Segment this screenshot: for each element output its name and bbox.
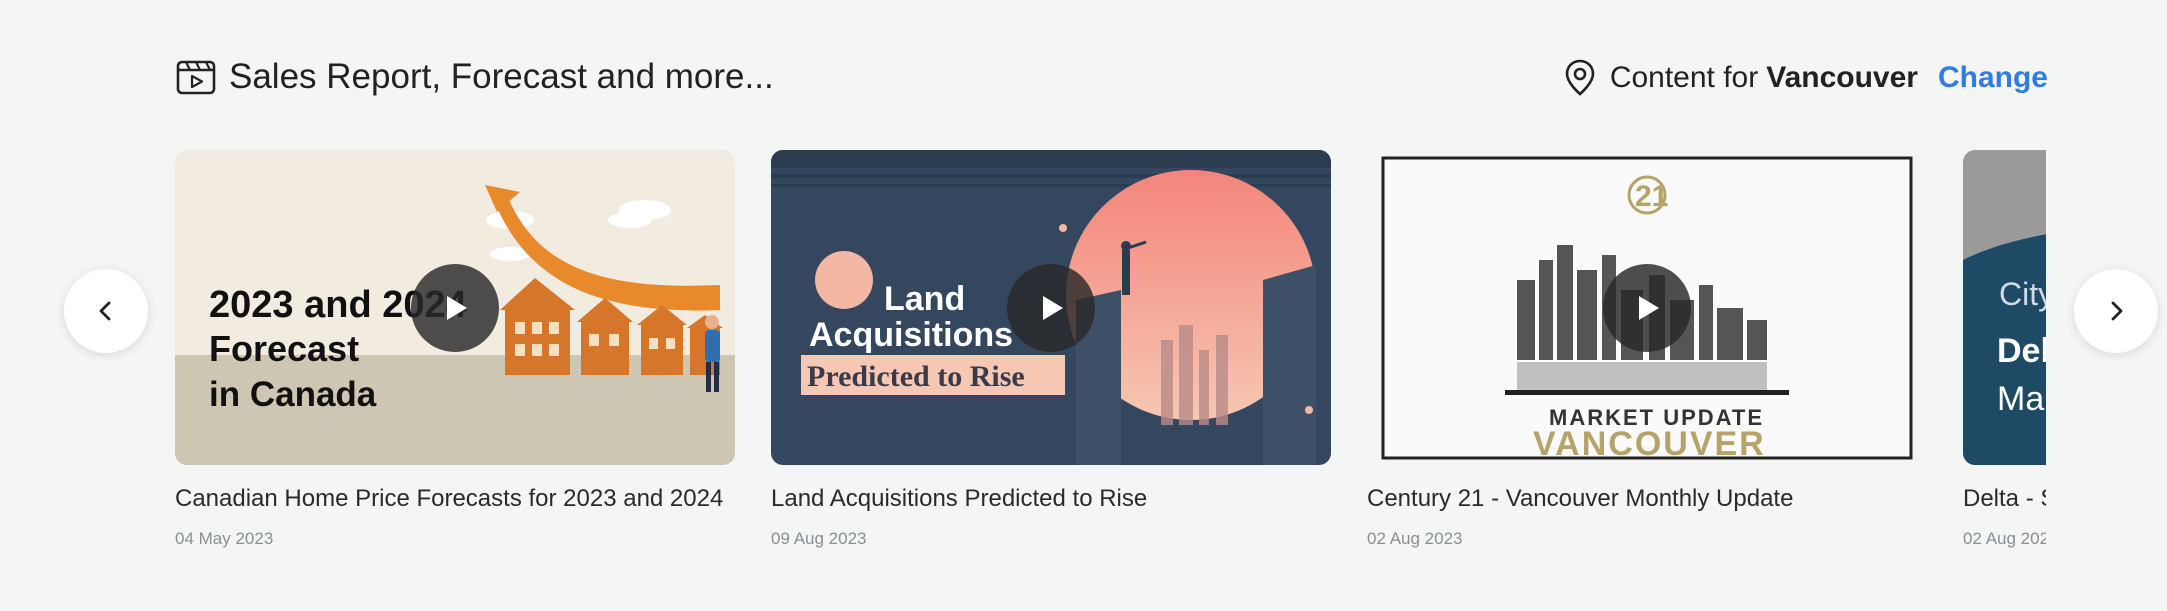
thumb-line-1: City [1999, 276, 2046, 312]
video-date: 04 May 2023 [175, 529, 274, 548]
video-card[interactable]: 2023 and 2024 Forecast in Canada Canadia… [175, 150, 735, 549]
carousel-prev-button[interactable] [64, 269, 148, 353]
video-date: 02 Aug 2023 [1367, 529, 1463, 548]
thumb-line-1: Land [884, 280, 965, 318]
play-button[interactable] [1007, 263, 1095, 352]
play-button[interactable] [1603, 263, 1691, 352]
video-card[interactable]: Land Acquisitions Predicted to Rise Land… [771, 150, 1331, 549]
section-title-group: Sales Report, Forecast and more... [175, 56, 774, 98]
play-icon [1639, 295, 1659, 320]
video-card[interactable]: City Del Ma Delta - S 02 Aug 202 [1963, 150, 2046, 549]
play-icon [447, 295, 467, 320]
chevron-left-icon [99, 301, 111, 321]
video-thumbnail[interactable]: City Del Ma [1963, 150, 2046, 465]
video-title[interactable]: Delta - S [1963, 485, 2046, 513]
section-title: Sales Report, Forecast and more... [229, 57, 774, 96]
location-prefix: Content for [1609, 61, 1759, 94]
thumb-line-2: Del [1997, 332, 2046, 370]
location-selector: Content for Vancouver Change [1564, 56, 2048, 100]
video-thumbnail[interactable]: Land Acquisitions Predicted to Rise [771, 150, 1331, 465]
change-location-link[interactable]: Change [1938, 61, 2048, 95]
video-title[interactable]: Canadian Home Price Forecasts for 2023 a… [175, 485, 735, 513]
thumb-line-3: Predicted to Rise [807, 360, 1025, 393]
video-date: 02 Aug 202 [1963, 529, 2046, 548]
carousel-track: 2023 and 2024 Forecast in Canada Canadia… [175, 150, 2046, 570]
video-thumbnail[interactable]: 2023 and 2024 Forecast in Canada [175, 150, 735, 465]
chevron-right-icon [2111, 301, 2123, 321]
thumb-line-2: Acquisitions [809, 316, 1013, 354]
thumb-line-3: Ma [1997, 380, 2044, 418]
video-date: 09 Aug 2023 [771, 529, 867, 548]
video-card[interactable]: 21 MARKET UPDATE VANCOUVER Century 21 - … [1367, 150, 1927, 549]
thumb-line-3: in Canada [209, 375, 377, 414]
thumb-line-3: VANCOUVER [1533, 425, 1766, 463]
map-pin-icon [1564, 58, 1600, 98]
video-title[interactable]: Century 21 - Vancouver Monthly Update [1367, 485, 1927, 513]
section-header: Sales Report, Forecast and more... Conte… [175, 56, 2048, 100]
location-city: Vancouver [1766, 61, 1918, 94]
thumb-logo-text: 21 [1635, 180, 1668, 213]
video-title[interactable]: Land Acquisitions Predicted to Rise [771, 485, 1331, 513]
video-calendar-icon [175, 56, 217, 98]
thumb-line-2: Forecast [209, 328, 359, 369]
delta-thumbnail-art: City Del Ma [1963, 150, 2046, 465]
play-button[interactable] [411, 263, 499, 352]
video-carousel: 2023 and 2024 Forecast in Canada Canadia… [175, 150, 2046, 570]
carousel-next-button[interactable] [2074, 269, 2158, 353]
play-icon [1043, 295, 1063, 320]
video-thumbnail[interactable]: 21 MARKET UPDATE VANCOUVER [1367, 150, 1927, 465]
